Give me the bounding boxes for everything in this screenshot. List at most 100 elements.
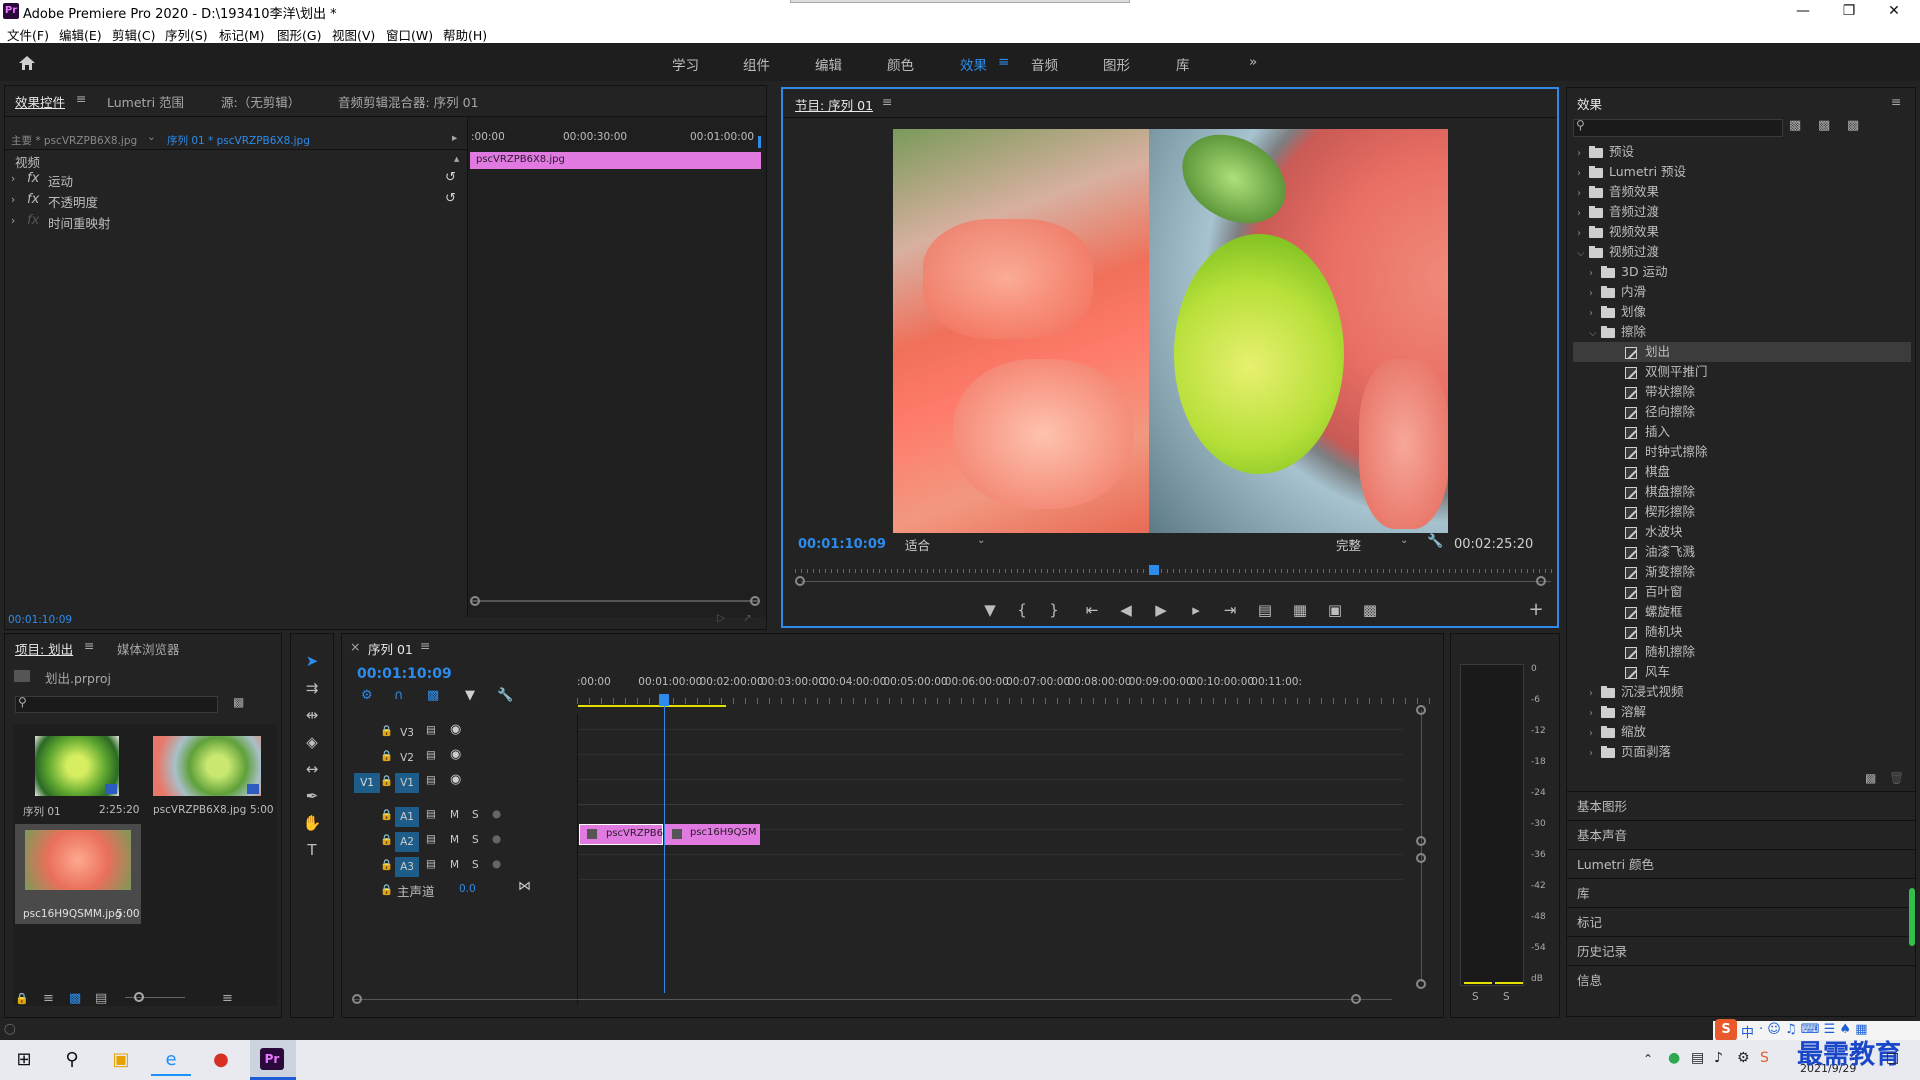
menu-clip[interactable]: 剪辑(C) <box>112 25 155 44</box>
panel-menu-icon[interactable]: ≡ <box>420 638 430 653</box>
effect-item[interactable]: 随机块 <box>1573 622 1911 642</box>
ws-effects[interactable]: 效果 <box>960 54 987 74</box>
ec-timecode[interactable]: 00:01:10:09 <box>8 614 72 626</box>
chevron-down-icon[interactable]: ⌵ <box>1589 324 1601 344</box>
effect-folder[interactable]: › Lumetri 预设 <box>1573 162 1911 182</box>
effect-folder[interactable]: › 溶解 <box>1573 702 1911 722</box>
chevron-right-icon[interactable]: › <box>1577 164 1589 184</box>
effect-folder[interactable]: › 划像 <box>1573 302 1911 322</box>
menu-marker[interactable]: 标记(M) <box>219 25 265 44</box>
effects-search-input[interactable] <box>1573 119 1783 137</box>
minimize-button[interactable]: — <box>1783 1 1823 21</box>
lock-icon[interactable]: 🔒 <box>380 749 393 762</box>
sync-lock-icon[interactable]: ▤ <box>426 808 436 820</box>
scroll-handle[interactable] <box>1416 853 1426 863</box>
chevron-right-icon[interactable]: › <box>1589 264 1601 284</box>
microphone-icon[interactable]: ● <box>492 833 501 845</box>
prop-motion-row[interactable]: › fx 运动 ↺ <box>5 170 467 191</box>
go-to-out-icon[interactable]: ⇥ <box>1219 601 1241 619</box>
playhead[interactable] <box>1149 565 1159 575</box>
lift-icon[interactable]: ▤ <box>1254 601 1276 619</box>
section-markers[interactable]: 标记 <box>1567 907 1915 936</box>
hand-tool-icon[interactable]: ✋ <box>301 814 323 832</box>
chevron-right-icon[interactable]: › <box>1577 184 1589 204</box>
time-ruler[interactable] <box>795 569 1555 573</box>
notification-icon[interactable]: □ <box>1886 1050 1899 1066</box>
track-label[interactable]: V2 <box>395 748 419 768</box>
mark-out-icon[interactable]: } <box>1043 601 1065 619</box>
export-icon[interactable]: ↗ <box>743 612 752 624</box>
add-marker-icon[interactable]: ▼ <box>979 601 1001 619</box>
snap-icon[interactable]: ∩ <box>394 688 404 703</box>
effect-item[interactable]: 棋盘 <box>1573 462 1911 482</box>
tab-lumetri-scopes[interactable]: Lumetri 范围 <box>107 92 184 111</box>
effect-folder[interactable]: › 音频过渡 <box>1573 202 1911 222</box>
menu-file[interactable]: 文件(F) <box>7 25 49 44</box>
timeline-timecode[interactable]: 00:01:10:09 <box>357 666 452 682</box>
reset-icon[interactable]: ↺ <box>445 191 456 206</box>
effect-folder[interactable]: › 音频效果 <box>1573 182 1911 202</box>
tab-project[interactable]: 项目: 划出 <box>15 639 73 658</box>
file-explorer-icon[interactable]: ▣ <box>101 1044 141 1076</box>
ripple-edit-tool-icon[interactable]: ⇹ <box>301 706 323 724</box>
comparison-view-icon[interactable]: ▩ <box>1359 601 1381 619</box>
horizontal-scrollbar[interactable] <box>352 999 1392 1000</box>
maximize-button[interactable]: ❐ <box>1829 1 1869 21</box>
scroll-handle[interactable] <box>1416 705 1426 715</box>
sogou-ime-icon[interactable]: S <box>1715 1019 1737 1041</box>
ws-graphics[interactable]: 图形 <box>1103 54 1130 74</box>
effect-item[interactable]: 油漆飞溅 <box>1573 542 1911 562</box>
go-to-in-icon[interactable]: ⇤ <box>1081 601 1103 619</box>
32bit-effects-icon[interactable]: ▩ <box>1818 118 1830 133</box>
section-essential-sound[interactable]: 基本声音 <box>1567 820 1915 849</box>
effect-item[interactable]: 插入 <box>1573 422 1911 442</box>
ec-zoom-scroll[interactable] <box>472 600 758 602</box>
tab-media-browser[interactable]: 媒体浏览器 <box>117 639 180 658</box>
button-editor-plus-icon[interactable]: + <box>1525 599 1547 620</box>
sync-lock-icon[interactable]: ▤ <box>426 774 436 786</box>
effect-item[interactable]: 水波块 <box>1573 522 1911 542</box>
microphone-icon[interactable]: ● <box>492 808 501 820</box>
scroll-handle[interactable] <box>1536 576 1546 586</box>
sync-lock-icon[interactable]: ▤ <box>426 724 436 736</box>
ws-effects-menu-icon[interactable]: ≡ <box>998 54 1009 70</box>
effect-folder[interactable]: ⌵ 视频过渡 <box>1573 242 1911 262</box>
lock-icon[interactable]: 🔒 <box>380 724 393 737</box>
effect-item[interactable]: 径向擦除 <box>1573 402 1911 422</box>
zoom-slider-handle[interactable] <box>134 992 144 1002</box>
effect-item[interactable]: 楔形擦除 <box>1573 502 1911 522</box>
new-bin-icon[interactable]: ▩ <box>233 695 244 709</box>
ec-zoom-handle[interactable] <box>750 596 760 606</box>
home-icon[interactable] <box>18 55 36 71</box>
video-frame[interactable] <box>893 129 1448 533</box>
effect-item[interactable]: 随机擦除 <box>1573 642 1911 662</box>
sort-icon[interactable]: ≡ <box>222 991 233 1006</box>
menu-graphics[interactable]: 图形(G) <box>277 25 321 44</box>
chevron-down-icon[interactable]: ⌵ <box>1577 244 1589 264</box>
fx-badge[interactable]: fx <box>27 171 39 186</box>
nest-icon[interactable]: ⚙ <box>361 688 373 703</box>
ws-libraries[interactable]: 库 <box>1176 54 1190 74</box>
source-patch-v1[interactable]: V1 <box>354 773 380 793</box>
razor-tool-icon[interactable]: ◈ <box>301 733 323 751</box>
add-marker-icon[interactable]: ▼ <box>465 688 475 703</box>
new-bin-icon[interactable]: ▩ <box>1865 771 1876 785</box>
effect-folder[interactable]: › 内滑 <box>1573 282 1911 302</box>
effect-item[interactable]: 带状擦除 <box>1573 382 1911 402</box>
effect-folder[interactable]: › 3D 运动 <box>1573 262 1911 282</box>
menu-window[interactable]: 窗口(W) <box>386 25 433 44</box>
eye-icon[interactable]: ◉ <box>450 772 461 787</box>
sogou-tray-icon[interactable]: S <box>1760 1050 1769 1066</box>
master-volume-value[interactable]: 0.0 <box>459 883 476 895</box>
pen-tool-icon[interactable]: ✒ <box>301 787 323 805</box>
panel-menu-icon[interactable]: ≡ <box>76 91 86 106</box>
ie-browser-icon[interactable]: e <box>151 1044 191 1076</box>
panel-menu-icon[interactable]: ≡ <box>1891 94 1901 109</box>
effect-item[interactable]: 棋盘擦除 <box>1573 482 1911 502</box>
sequence-thumbnail[interactable] <box>35 736 119 796</box>
section-essential-graphics[interactable]: 基本图形 <box>1567 791 1915 820</box>
solo-button-left[interactable]: S <box>1472 991 1479 1003</box>
menu-help[interactable]: 帮助(H) <box>443 25 487 44</box>
volume-icon[interactable]: ♪ <box>1714 1050 1723 1066</box>
solo-button[interactable]: S <box>472 834 479 846</box>
